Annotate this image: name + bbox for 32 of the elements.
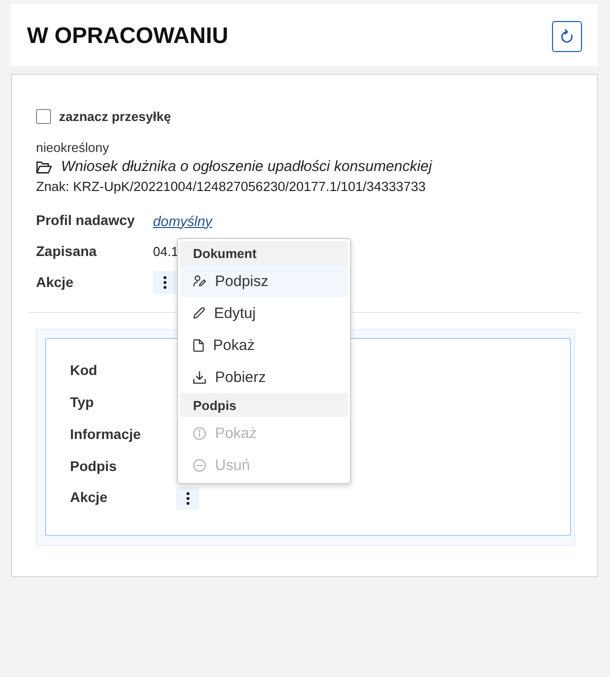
folder-icon	[36, 160, 52, 174]
vertical-dots-icon	[162, 276, 166, 289]
reference-number: Znak: KRZ-UpK/20221004/124827056230/20177.1/101/34333733	[36, 179, 426, 195]
refresh-button[interactable]	[552, 20, 582, 52]
field-label: Zapisana	[36, 242, 97, 258]
checkbox-label[interactable]: zaznacz przesyłkę	[59, 108, 172, 124]
profile-link[interactable]: domyślny	[153, 212, 212, 228]
actions-button[interactable]	[153, 271, 176, 294]
person-pen-icon	[193, 275, 206, 287]
page-title: W OPRACOWANIU	[27, 23, 228, 49]
menu-section-heading: Podpis	[180, 393, 348, 417]
pencil-icon	[193, 307, 205, 319]
download-icon	[193, 370, 206, 384]
document-title: Wniosek dłużnika o ogłoszenie upadłości konsumenckiej	[61, 159, 432, 175]
field-label: Profil nadawcy	[36, 212, 135, 228]
field-label: Akcje	[70, 489, 108, 505]
category-label: nieokreślony	[36, 140, 109, 156]
field-value: 04.1	[153, 244, 178, 259]
field-label: Akcje	[36, 274, 74, 290]
vertical-dots-icon	[186, 492, 190, 504]
checkbox[interactable]	[36, 108, 51, 124]
menu-section-heading: Dokument	[180, 241, 348, 265]
minus-circle-icon	[193, 458, 206, 472]
file-icon	[193, 338, 204, 352]
info-icon	[193, 426, 206, 440]
refresh-icon	[560, 28, 574, 44]
field-label: Typ	[70, 394, 94, 410]
field-label: Kod	[70, 362, 98, 378]
actions-button[interactable]	[176, 486, 199, 510]
field-label: Podpis	[70, 458, 117, 474]
menu-item[interactable]: Podpisz	[180, 265, 348, 297]
field-label: Informacje	[70, 426, 141, 442]
